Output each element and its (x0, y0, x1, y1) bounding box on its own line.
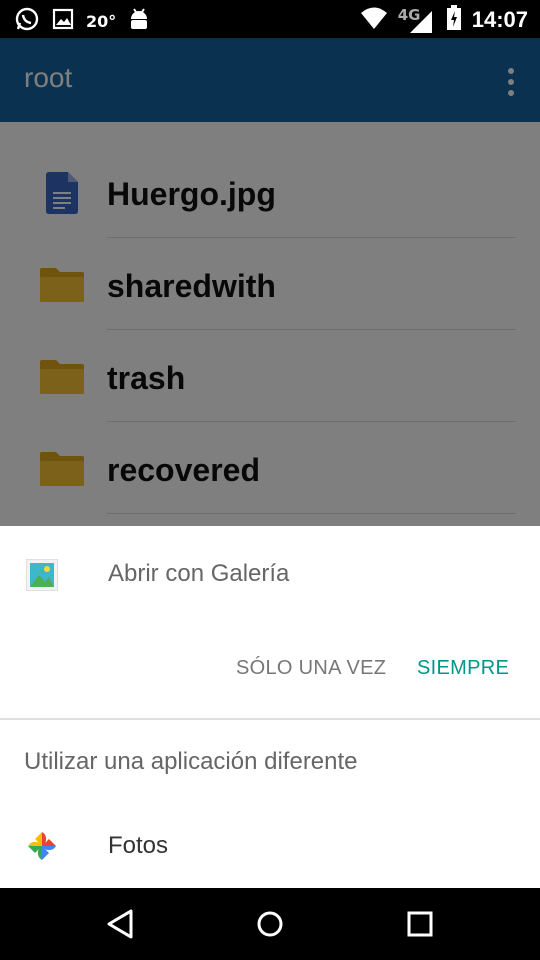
whatsapp-icon (14, 6, 40, 36)
scrim-overlay[interactable] (0, 38, 540, 526)
other-app-heading: Utilizar una aplicación diferente (24, 748, 358, 775)
always-button[interactable]: SIEMPRE (417, 657, 509, 680)
app-name-fotos[interactable]: Fotos (108, 832, 168, 860)
gallery-icon (25, 558, 59, 592)
divider (0, 718, 540, 720)
google-photos-icon[interactable] (26, 830, 58, 862)
status-bar: 20° 4G 14:07 (0, 0, 540, 38)
image-icon (52, 8, 74, 34)
temperature-text: 20° (86, 11, 117, 31)
back-icon[interactable] (103, 906, 139, 942)
home-icon[interactable] (252, 906, 288, 942)
navigation-bar (0, 888, 540, 960)
android-icon (128, 6, 150, 36)
clock-text: 14:07 (471, 7, 528, 32)
signal-icon (409, 11, 432, 33)
network-signal: 4G (398, 6, 436, 34)
just-once-button[interactable]: SÓLO UNA VEZ (236, 657, 386, 680)
battery-icon (446, 5, 462, 35)
open-with-sheet: Abrir con Galería SÓLO UNA VEZ SIEMPRE U… (0, 526, 540, 888)
wifi-icon (360, 6, 388, 34)
open-with-label: Abrir con Galería (108, 560, 290, 587)
recents-icon[interactable] (402, 906, 438, 942)
